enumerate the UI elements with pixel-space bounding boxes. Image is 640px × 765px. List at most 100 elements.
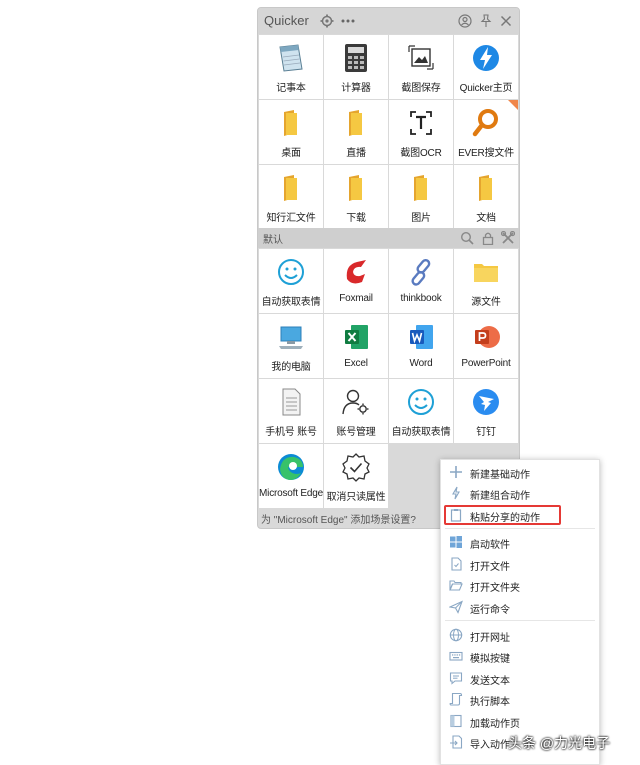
folder-icon bbox=[479, 175, 492, 201]
menu-item-label: 新建组合动作 bbox=[470, 491, 530, 502]
action-notepad[interactable]: 记事本 bbox=[259, 35, 323, 99]
menu-item-simulate-keys[interactable]: 模拟按键 bbox=[441, 646, 599, 667]
menu-item-run-script[interactable]: 执行脚本 bbox=[441, 689, 599, 710]
menu-item-open-file[interactable]: 打开文件 bbox=[441, 554, 599, 575]
gear-icon[interactable] bbox=[320, 14, 334, 28]
close-icon[interactable] bbox=[499, 14, 513, 28]
menu-item-new-basic-action[interactable]: 新建基础动作 bbox=[441, 462, 599, 483]
windows-icon bbox=[450, 536, 462, 548]
action-label: 图片 bbox=[411, 213, 431, 224]
action-powerpoint[interactable]: PowerPoint bbox=[454, 314, 518, 378]
scene-settings-prompt[interactable]: 为 "Microsoft Edge" 添加场景设置? bbox=[261, 511, 416, 526]
action-label: EVER搜文件 bbox=[458, 148, 514, 159]
search-icon[interactable] bbox=[460, 231, 474, 245]
action-label: 截图OCR bbox=[400, 148, 442, 159]
folder-icon bbox=[284, 110, 297, 136]
menu-item-send-text[interactable]: 发送文本 bbox=[441, 668, 599, 689]
menu-divider bbox=[445, 528, 595, 529]
watermark: 头条 @力光电子 bbox=[508, 735, 611, 751]
menu-item-open-url[interactable]: 打开网址 bbox=[441, 625, 599, 646]
action-dingtalk[interactable]: 钉钉 bbox=[454, 379, 518, 443]
action-phone-account[interactable]: 手机号 账号 bbox=[259, 379, 323, 443]
file-icon bbox=[451, 557, 462, 571]
action-label: Foxmail bbox=[339, 293, 373, 304]
action-screenshot-save[interactable]: 截图保存 bbox=[389, 35, 453, 99]
edge-icon bbox=[278, 454, 304, 480]
action-label: Quicker主页 bbox=[459, 83, 513, 94]
lightning-icon bbox=[452, 486, 460, 500]
menu-item-label: 导入动作 bbox=[470, 740, 510, 751]
action-remove-readonly[interactable]: 取消只读属性 bbox=[324, 444, 388, 508]
menu-item-label: 加载动作页 bbox=[470, 719, 520, 730]
action-screenshot-ocr[interactable]: 截图OCR bbox=[389, 100, 453, 164]
section-name: 默认 bbox=[263, 235, 283, 246]
action-my-computer[interactable]: 我的电脑 bbox=[259, 314, 323, 378]
action-pictures-folder[interactable]: 图片 bbox=[389, 165, 453, 229]
action-label: 计算器 bbox=[341, 83, 371, 94]
smiley-icon bbox=[408, 389, 434, 415]
action-label: 取消只读属性 bbox=[326, 492, 386, 503]
action-account-management[interactable]: 账号管理 bbox=[324, 379, 388, 443]
dingtalk-icon bbox=[473, 389, 499, 415]
lock-icon[interactable] bbox=[481, 231, 495, 245]
page-icon bbox=[450, 714, 462, 728]
action-desktop-folder[interactable]: 桌面 bbox=[259, 100, 323, 164]
badge-check-icon bbox=[342, 453, 370, 482]
menu-item-new-composite-action[interactable]: 新建组合动作 bbox=[441, 483, 599, 504]
pin-icon[interactable] bbox=[479, 14, 493, 28]
menu-item-label: 新建基础动作 bbox=[470, 470, 530, 481]
action-live-folder[interactable]: 直播 bbox=[324, 100, 388, 164]
menu-item-launch-software[interactable]: 启动软件 bbox=[441, 532, 599, 553]
send-icon bbox=[449, 600, 463, 614]
action-label: 知行汇文件 bbox=[266, 213, 316, 224]
action-excel[interactable]: Excel bbox=[324, 314, 388, 378]
action-foxmail[interactable]: Foxmail bbox=[324, 249, 388, 313]
word-icon bbox=[410, 325, 433, 349]
action-label: 源文件 bbox=[471, 297, 501, 308]
action-ever-search[interactable]: EVER搜文件 bbox=[454, 100, 518, 164]
action-microsoft-edge[interactable]: Microsoft Edge bbox=[259, 444, 323, 508]
action-quicker-home[interactable]: Quicker主页 bbox=[454, 35, 518, 99]
action-auto-emoji[interactable]: 自动获取表情 bbox=[259, 249, 323, 313]
more-options-icon[interactable] bbox=[340, 14, 356, 28]
menu-item-run-command[interactable]: 运行命令 bbox=[441, 597, 599, 618]
action-word[interactable]: Word bbox=[389, 314, 453, 378]
document-icon bbox=[282, 388, 301, 416]
folder-icon bbox=[414, 175, 427, 201]
folder-icon bbox=[284, 175, 297, 201]
action-label: Excel bbox=[344, 358, 368, 369]
quicker-bolt-icon bbox=[473, 45, 499, 71]
action-documents-folder[interactable]: 文档 bbox=[454, 165, 518, 229]
title-bar: Quicker bbox=[258, 8, 519, 34]
chain-link-icon bbox=[411, 258, 431, 286]
action-label: 钉钉 bbox=[476, 427, 496, 438]
powerpoint-icon bbox=[475, 326, 500, 348]
tools-icon[interactable] bbox=[501, 231, 515, 245]
excel-icon bbox=[345, 325, 368, 349]
action-label: 手机号 账号 bbox=[265, 427, 317, 438]
action-source-folder[interactable]: 源文件 bbox=[454, 249, 518, 313]
global-actions-grid: 记事本 计算器 截图保存 Quicker主页 桌面 直播 截图OCR EVER搜… bbox=[259, 35, 518, 229]
action-label: 账号管理 bbox=[336, 427, 376, 438]
user-settings-icon bbox=[342, 389, 369, 415]
folder-icon bbox=[349, 175, 362, 201]
action-label: PowerPoint bbox=[461, 358, 511, 369]
action-auto-emoji-2[interactable]: 自动获取表情 bbox=[389, 379, 453, 443]
keyboard-icon bbox=[449, 651, 463, 661]
menu-item-label: 打开文件夹 bbox=[470, 583, 520, 594]
action-thinkbook[interactable]: thinkbook bbox=[389, 249, 453, 313]
search-file-icon bbox=[472, 109, 498, 137]
smiley-icon bbox=[278, 259, 304, 285]
menu-item-load-action-page[interactable]: 加载动作页 bbox=[441, 711, 599, 732]
action-label: thinkbook bbox=[400, 293, 442, 304]
action-label: 截图保存 bbox=[401, 83, 441, 94]
menu-item-label: 模拟按键 bbox=[470, 654, 510, 665]
user-icon[interactable] bbox=[458, 14, 472, 28]
ocr-icon bbox=[410, 111, 432, 135]
action-zhixinghui-folder[interactable]: 知行汇文件 bbox=[259, 165, 323, 229]
menu-item-label: 发送文本 bbox=[470, 676, 510, 687]
menu-item-open-folder[interactable]: 打开文件夹 bbox=[441, 575, 599, 596]
action-download-folder[interactable]: 下载 bbox=[324, 165, 388, 229]
action-calculator[interactable]: 计算器 bbox=[324, 35, 388, 99]
highlight-box bbox=[444, 505, 561, 525]
